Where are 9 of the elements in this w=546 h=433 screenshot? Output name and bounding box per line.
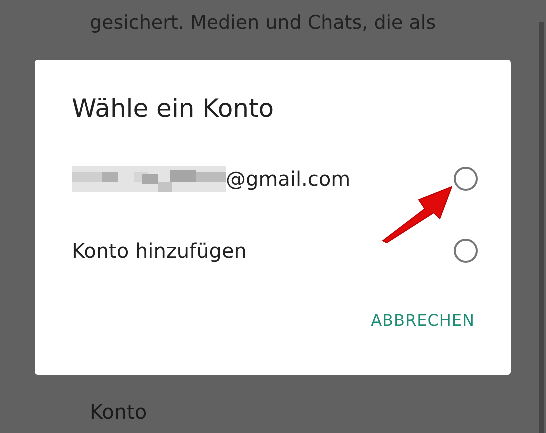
cancel-button[interactable]: ABBRECHEN — [367, 305, 479, 336]
radio-button[interactable] — [454, 167, 478, 191]
setting-title: Konto — [90, 400, 148, 424]
option-label: @gmail.com — [226, 167, 351, 191]
arrow-annotation-icon — [382, 185, 454, 243]
dialog-title: Wähle ein Konto — [72, 94, 276, 123]
radio-button[interactable] — [454, 239, 478, 263]
option-label: Konto hinzufügen — [72, 239, 247, 263]
paragraph-line: gesichert. Medien und Chats, die als — [90, 11, 438, 36]
